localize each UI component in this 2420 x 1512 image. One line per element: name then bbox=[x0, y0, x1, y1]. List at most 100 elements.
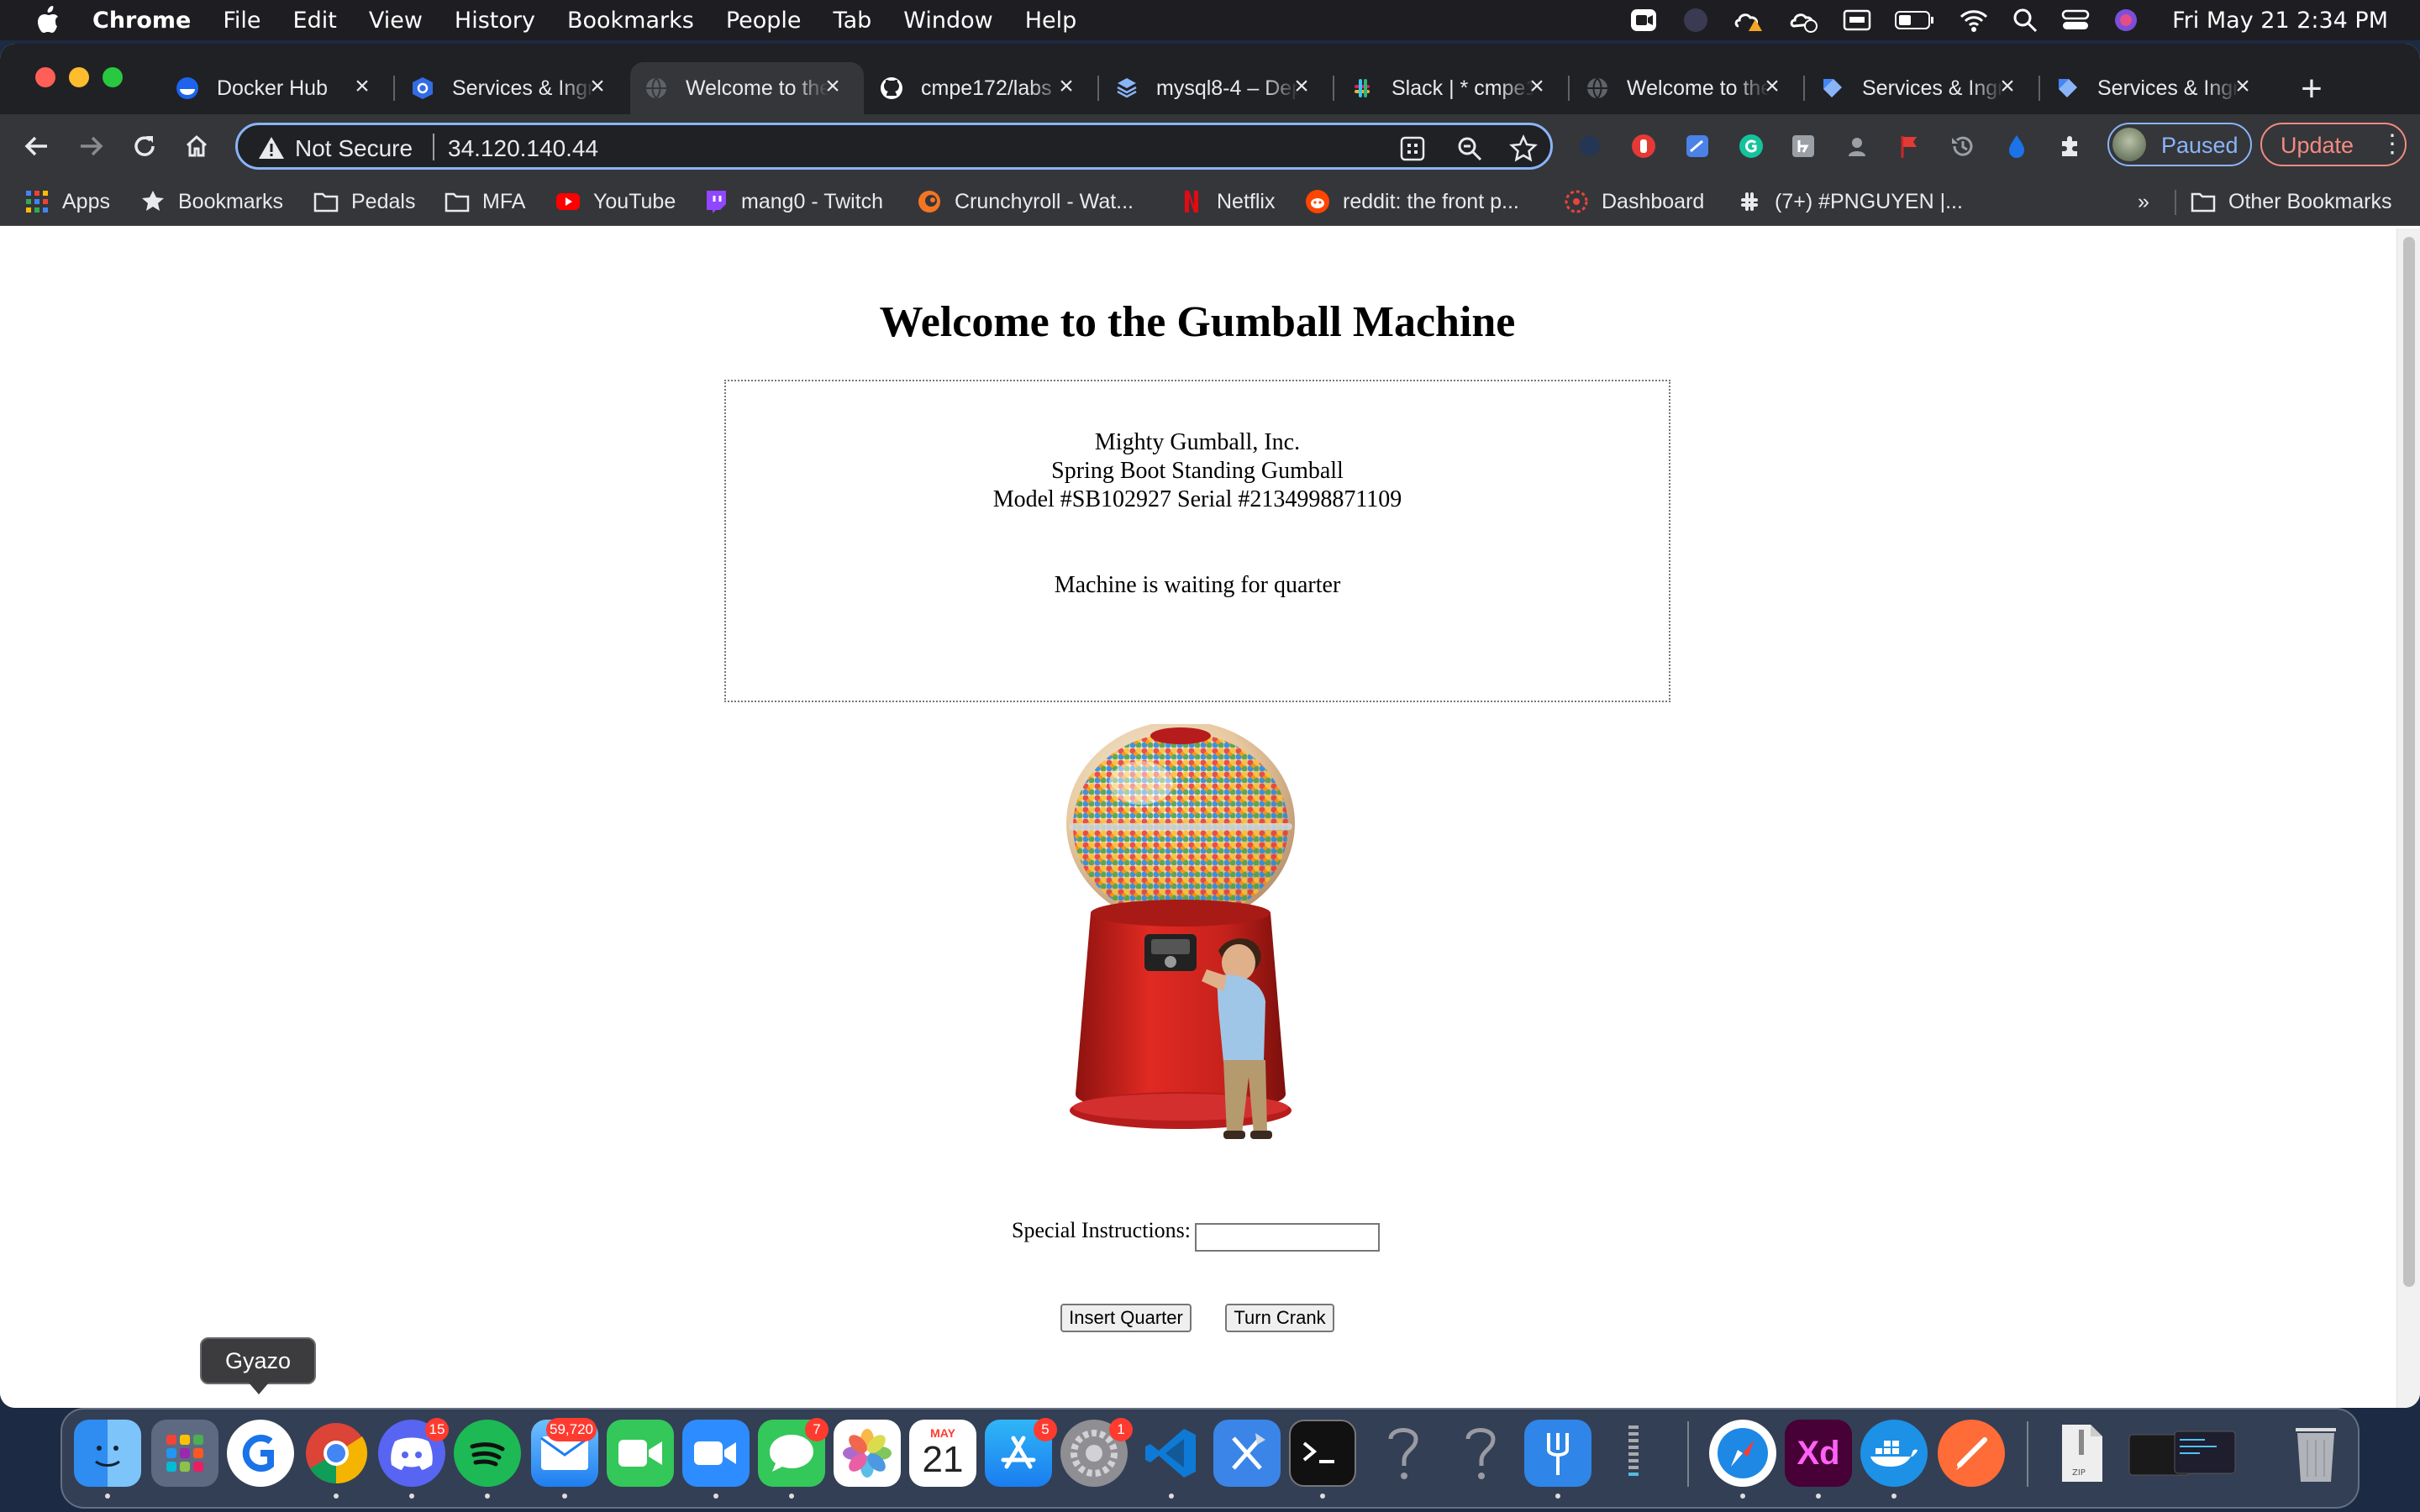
trash-icon[interactable] bbox=[2282, 1420, 2349, 1487]
docker-icon[interactable] bbox=[1860, 1420, 1928, 1487]
scrollbar-thumb[interactable] bbox=[2403, 237, 2415, 1287]
close-tab-icon[interactable]: × bbox=[820, 74, 845, 99]
facetime-icon[interactable] bbox=[607, 1420, 674, 1487]
keyboard-input-icon[interactable] bbox=[1843, 9, 1871, 31]
update-button[interactable]: Update ⋮ bbox=[2260, 123, 2407, 166]
tab-services-ingress[interactable]: Services & Ingress × bbox=[397, 62, 629, 114]
menu-window[interactable]: Window bbox=[903, 8, 992, 34]
back-button[interactable] bbox=[17, 126, 57, 166]
bookmark-youtube[interactable]: YouTube bbox=[555, 186, 676, 217]
apple-logo-icon[interactable] bbox=[35, 6, 60, 34]
adobe-xd-icon[interactable]: Xd bbox=[1785, 1420, 1852, 1487]
kebab-menu-icon[interactable]: ⋮ bbox=[2380, 129, 2405, 159]
vscode-icon[interactable] bbox=[1138, 1420, 1205, 1487]
menu-tab[interactable]: Tab bbox=[834, 8, 872, 34]
launchpad-icon[interactable] bbox=[151, 1420, 218, 1487]
bookmark-folder-pedals[interactable]: Pedals bbox=[313, 186, 415, 217]
minimize-window-button[interactable] bbox=[69, 67, 89, 87]
warning-icon[interactable] bbox=[258, 135, 285, 166]
unknown-app-icon[interactable] bbox=[1370, 1420, 1437, 1487]
extension-gear-person-icon[interactable] bbox=[1842, 131, 1872, 161]
address-bar[interactable]: Not Secure 34.120.140.44 bbox=[235, 123, 1553, 170]
bookmark-star-icon[interactable] bbox=[1508, 134, 1539, 164]
zoom-icon[interactable] bbox=[1455, 134, 1485, 164]
bookmark-crunchyroll[interactable]: Crunchyroll - Wat... bbox=[916, 186, 1134, 217]
extension-red-hand-icon[interactable] bbox=[1628, 131, 1659, 161]
history-icon[interactable] bbox=[1948, 131, 1978, 161]
terminal-icon[interactable] bbox=[1289, 1420, 1356, 1487]
zoom-window-button[interactable] bbox=[103, 67, 123, 87]
siri-icon[interactable] bbox=[2113, 8, 2139, 33]
close-window-button[interactable] bbox=[35, 67, 55, 87]
insert-quarter-button[interactable]: Insert Quarter bbox=[1060, 1304, 1192, 1332]
photos-icon[interactable] bbox=[834, 1420, 901, 1487]
menu-help[interactable]: Help bbox=[1025, 8, 1077, 34]
menu-view[interactable]: View bbox=[369, 8, 423, 34]
bookmark-bookmarks[interactable]: Bookmarks bbox=[139, 186, 283, 217]
vertical-scrollbar[interactable] bbox=[2396, 228, 2420, 1408]
close-tab-icon[interactable]: × bbox=[1524, 74, 1549, 99]
extension-blue-drop-icon[interactable] bbox=[2002, 131, 2032, 161]
security-status[interactable]: Not Secure bbox=[295, 135, 413, 162]
close-tab-icon[interactable]: × bbox=[585, 74, 610, 99]
unknown-app-icon[interactable] bbox=[1447, 1420, 1514, 1487]
bookmark-folder-mfa[interactable]: MFA bbox=[444, 186, 525, 217]
menu-app-name[interactable]: Chrome bbox=[92, 8, 191, 34]
extension-blue-square-icon[interactable] bbox=[1682, 131, 1712, 161]
recent-windows-icon[interactable] bbox=[2128, 1420, 2237, 1487]
forward-button[interactable] bbox=[71, 126, 111, 166]
chrome-icon[interactable] bbox=[302, 1420, 370, 1487]
tab-github-labs[interactable]: cmpe172/labs × bbox=[865, 62, 1097, 114]
tab-gumball-second[interactable]: Welcome to the Gumball Machine × bbox=[1571, 62, 1803, 114]
extensions-puzzle-icon[interactable] bbox=[2055, 131, 2086, 161]
bookmark-slack-pnguyen[interactable]: (7+) #PNGUYEN |... bbox=[1736, 186, 1963, 217]
tab-services-ingress-gcp[interactable]: Services & Ingress × bbox=[1807, 62, 2039, 114]
tab-slack[interactable]: Slack | * cmpe172 × bbox=[1336, 62, 1568, 114]
gyazo-icon[interactable] bbox=[227, 1420, 294, 1487]
finder-icon[interactable] bbox=[74, 1420, 141, 1487]
zoom-icon[interactable] bbox=[682, 1420, 750, 1487]
audio-meter-icon[interactable] bbox=[1600, 1420, 1667, 1487]
creative-cloud-icon[interactable] bbox=[1733, 8, 1765, 33]
fork-icon[interactable] bbox=[1524, 1420, 1591, 1487]
special-instructions-input[interactable] bbox=[1195, 1223, 1380, 1252]
bookmark-reddit[interactable]: reddit: the front p... bbox=[1304, 186, 1519, 217]
xcode-icon[interactable] bbox=[1213, 1420, 1281, 1487]
close-tab-icon[interactable]: × bbox=[350, 74, 375, 99]
menu-bookmarks[interactable]: Bookmarks bbox=[567, 8, 694, 34]
menu-clock[interactable]: Fri May 21 2:34 PM bbox=[2172, 8, 2388, 34]
bookmark-dashboard[interactable]: Dashboard bbox=[1563, 186, 1704, 217]
bookmark-other-bookmarks[interactable]: Other Bookmarks bbox=[2190, 186, 2392, 217]
tab-gumball-active[interactable]: Welcome to the Gumball Machine × bbox=[630, 62, 864, 114]
profile-paused-button[interactable]: Paused bbox=[2107, 123, 2252, 166]
extension-dark-icon[interactable] bbox=[1575, 131, 1605, 161]
bookmarks-overflow-button[interactable]: » bbox=[2138, 186, 2149, 217]
extension-red-flag-icon[interactable] bbox=[1894, 131, 1924, 161]
menu-file[interactable]: File bbox=[223, 8, 260, 34]
cloud-sync-icon[interactable] bbox=[1789, 8, 1819, 33]
menu-edit[interactable]: Edit bbox=[293, 8, 337, 34]
postman-icon[interactable] bbox=[1938, 1420, 2005, 1487]
close-tab-icon[interactable]: × bbox=[1760, 74, 1785, 99]
safari-icon[interactable] bbox=[1709, 1420, 1776, 1487]
battery-icon[interactable] bbox=[1895, 10, 1935, 30]
menu-history[interactable]: History bbox=[455, 8, 535, 34]
translate-grid-icon[interactable] bbox=[1397, 134, 1428, 164]
reload-button[interactable] bbox=[124, 126, 165, 166]
home-button[interactable] bbox=[176, 126, 217, 166]
spotify-icon[interactable] bbox=[454, 1420, 521, 1487]
new-tab-button[interactable]: + bbox=[2291, 69, 2333, 111]
extension-gray-icon[interactable] bbox=[1788, 131, 1818, 161]
bookmark-apps[interactable]: Apps bbox=[24, 186, 110, 217]
calendar-icon[interactable]: MAY 21 bbox=[909, 1420, 976, 1487]
tab-docker-hub[interactable]: Docker Hub × bbox=[161, 62, 393, 114]
bookmark-netflix[interactable]: Netflix bbox=[1178, 186, 1275, 217]
tab-services-ingress-gcp-2[interactable]: Services & Ingress × bbox=[2042, 62, 2274, 114]
close-tab-icon[interactable]: × bbox=[2230, 74, 2255, 99]
control-center-icon[interactable] bbox=[2061, 8, 2090, 32]
tab-mysql-deployment[interactable]: mysql8-4 – Deployment × bbox=[1101, 62, 1333, 114]
close-tab-icon[interactable]: × bbox=[1995, 74, 2020, 99]
menu-people[interactable]: People bbox=[726, 8, 802, 34]
grammarly-icon[interactable] bbox=[1736, 131, 1766, 161]
turn-crank-button[interactable]: Turn Crank bbox=[1225, 1304, 1334, 1332]
